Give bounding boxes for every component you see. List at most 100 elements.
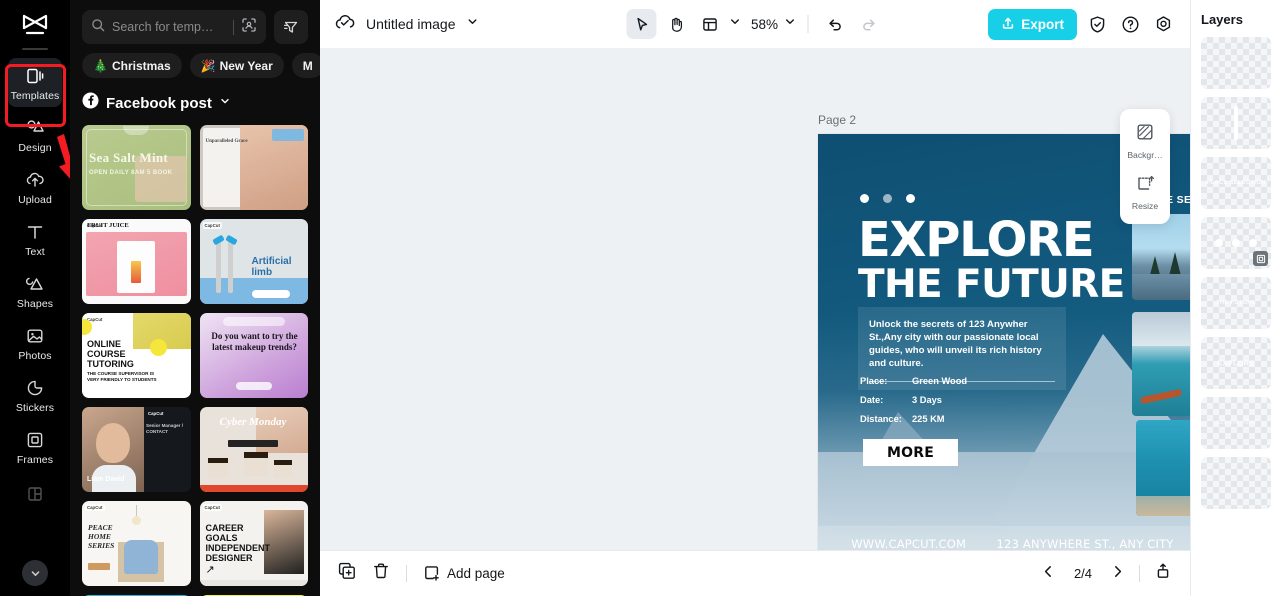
select-tool-button[interactable] [626, 9, 657, 39]
left-navigation-rail: Templates Design Upload Text Shapes Phot… [0, 0, 78, 596]
hand-tool-button[interactable] [661, 9, 691, 39]
layout-tool-button[interactable] [695, 9, 725, 39]
headline-primary[interactable]: EXPLORE [858, 214, 1095, 266]
category-selector[interactable]: Facebook post [70, 78, 320, 122]
resize-tool-label: Resize [1131, 201, 1159, 211]
sidebar-item-frames[interactable]: Frames [8, 422, 62, 471]
cloud-saved-icon[interactable] [334, 13, 356, 36]
layer-thumbnail[interactable]: 123-456-7890 [1201, 397, 1271, 449]
design-icon [25, 117, 45, 139]
facebook-icon [82, 92, 99, 114]
design-footer-bar[interactable]: WWW.CAPCUT.COM 123 ANYWHERE ST., ANY CIT… [818, 526, 1190, 550]
sidebar-item-photos[interactable]: Photos [8, 318, 62, 367]
background-icon [1135, 122, 1155, 147]
title-chevron-down-icon[interactable] [466, 15, 479, 33]
layer-thumbnail[interactable]: PLACE SELECTION [1201, 157, 1271, 209]
prev-page-button[interactable] [1041, 564, 1056, 584]
background-tool-label: Backgr… [1127, 150, 1163, 160]
description-text: Unlock the secrets of 123 Anywher St.,An… [869, 319, 1042, 369]
template-card[interactable]: CapCut ONLINE COURSE TUTORING THE COURSE… [82, 313, 191, 398]
template-title: CAREER GOALS INDEPENDENT DESIGNER [205, 523, 271, 563]
trip-meta-list[interactable]: Place: Green Wood Date: 3 Days Distance:… [860, 376, 967, 433]
template-card[interactable]: CapCut PEACE HOME SERIES [82, 501, 191, 586]
search-input[interactable]: Search for temp… [82, 10, 266, 44]
sidebar-item-text[interactable]: Text [8, 214, 62, 263]
more-cta-button[interactable]: MORE [863, 439, 958, 466]
template-card[interactable]: CapCut CAREER GOALS INDEPENDENT DESIGNER… [199, 501, 308, 586]
capcut-logo-icon[interactable] [15, 10, 55, 42]
zoom-level-value[interactable]: 58% [750, 17, 780, 32]
place-photo-lake-pier[interactable] [1132, 312, 1190, 416]
duplicate-icon[interactable] [338, 562, 356, 585]
grid-layout-icon [25, 483, 45, 505]
help-circle-icon[interactable] [1117, 11, 1143, 37]
export-page-icon[interactable] [1154, 562, 1172, 585]
template-title: Sea Salt Mint [89, 150, 169, 165]
layer-dots-shape [1215, 239, 1257, 247]
sidebar-item-partial[interactable] [8, 476, 62, 510]
filter-icon[interactable] [274, 10, 308, 44]
layer-thumbnail[interactable] [1201, 217, 1271, 269]
background-tool-button[interactable]: Backgr… [1120, 118, 1170, 166]
redo-button[interactable] [854, 9, 884, 39]
sidebar-item-templates[interactable]: Templates [8, 58, 62, 107]
headline-secondary[interactable]: THE FUTURE [858, 262, 1125, 308]
shield-icon[interactable] [1084, 11, 1110, 37]
christmas-tree-icon: 🎄 [93, 58, 108, 73]
brand-label: CapCut [202, 222, 222, 229]
layer-bar-shape [1234, 106, 1238, 140]
settings-gear-icon[interactable] [1150, 11, 1176, 37]
layer-thumbnail[interactable]: THE FUTURE [1201, 277, 1271, 329]
sidebar-item-upload[interactable]: Upload [8, 162, 62, 211]
expand-more-button[interactable] [22, 560, 48, 586]
add-page-label: Add page [447, 566, 505, 581]
pill-truncated[interactable]: M [291, 53, 320, 78]
export-button[interactable]: Export [988, 8, 1077, 40]
template-card[interactable]: CapCut FRUIT JUICE [82, 219, 191, 304]
template-card[interactable]: CapCut Senior Manager / CONTACT Liam Dav… [82, 407, 191, 492]
zoom-chevron-down-icon[interactable] [784, 15, 797, 33]
template-card[interactable]: Sea Salt Mint OPEN DAILY 8AM 5 BOOK [82, 125, 191, 210]
meta-value: 225 KM [912, 414, 945, 424]
sidebar-item-design[interactable]: Design [8, 110, 62, 159]
pill-new-year[interactable]: 🎉 New Year [189, 53, 284, 78]
undo-button[interactable] [820, 9, 850, 39]
chevron-down-icon [219, 94, 231, 112]
trash-icon[interactable] [372, 562, 390, 585]
dot [906, 194, 915, 203]
decorative-dots [860, 194, 915, 203]
layer-thumbnail[interactable] [1201, 37, 1271, 89]
layer-thumbnail[interactable]: EXPLORE [1201, 337, 1271, 389]
add-page-button[interactable]: Add page [423, 564, 505, 584]
template-card[interactable]: CapCut Artificial limb [199, 219, 308, 304]
layer-thumbnail[interactable] [1201, 457, 1271, 509]
image-search-icon[interactable] [241, 17, 257, 38]
template-card[interactable]: Unparalleled Grace [199, 125, 308, 210]
frames-icon [25, 429, 45, 451]
sidebar-item-stickers[interactable]: Stickers [8, 370, 62, 419]
template-title: Liam David [87, 475, 125, 483]
search-icon [91, 18, 105, 37]
template-title: Artificial limb [251, 256, 292, 278]
layers-panel: Layers PLACE SELECTION THE FUTURE EXPLOR… [1190, 0, 1280, 596]
template-card[interactable]: Cyber Monday [199, 407, 308, 492]
sidebar-item-shapes[interactable]: Shapes [8, 266, 62, 315]
nav-divider [1139, 565, 1140, 582]
next-page-button[interactable] [1110, 564, 1125, 584]
canvas-stage[interactable]: Page 2 EXPLORE THE FUTURE Unlock the sec… [320, 48, 1190, 550]
place-photo-forest[interactable] [1132, 214, 1190, 300]
resize-tool-button[interactable]: Resize [1120, 169, 1170, 217]
dot [860, 194, 869, 203]
capcut-editor-window: Templates Design Upload Text Shapes Phot… [0, 0, 1280, 596]
photos-icon [25, 325, 45, 347]
layer-thumbnail[interactable] [1201, 97, 1271, 149]
bottom-toolbar: Add page 2/4 [320, 550, 1190, 596]
layout-chevron-down-icon[interactable] [729, 15, 742, 33]
template-card[interactable]: Do you want to try the latest makeup tre… [199, 313, 308, 398]
templates-panel: Search for temp… 🎄 Christmas 🎉 New Year … [70, 0, 320, 596]
pill-christmas[interactable]: 🎄 Christmas [82, 53, 182, 78]
editor-main: Untitled image 58% Export Page 2 EXPLORE… [320, 0, 1190, 596]
document-title[interactable]: Untitled image [366, 16, 456, 32]
bottom-left-actions: Add page [338, 562, 505, 585]
place-photo-hotel[interactable] [1136, 420, 1190, 516]
